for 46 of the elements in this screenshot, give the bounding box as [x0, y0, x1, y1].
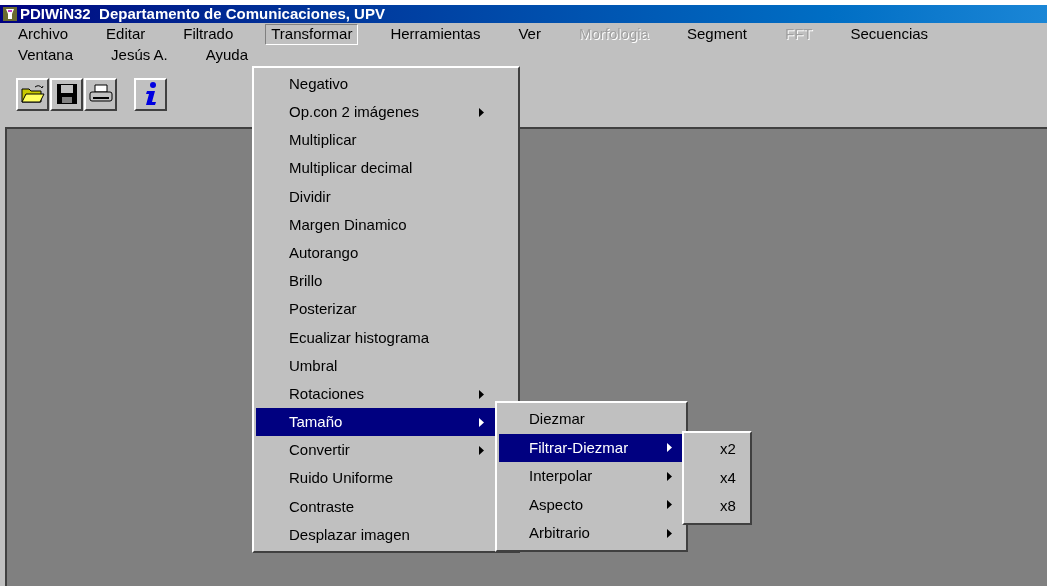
menu-item[interactable]: Posterizar — [256, 295, 516, 324]
submenu-arrow-icon — [667, 528, 672, 538]
folder-icon — [20, 84, 45, 104]
menu-item[interactable]: Ecualizar histograma — [256, 323, 516, 352]
info-icon — [143, 82, 158, 106]
menu-item[interactable]: Dividir — [256, 182, 516, 211]
toolbar-button[interactable] — [134, 77, 167, 111]
menu-bar-item[interactable]: Segment — [680, 24, 753, 45]
menu-item[interactable]: Autorango — [256, 239, 516, 268]
menu-item[interactable]: Op.con 2 imágenes — [256, 98, 516, 127]
submenu-arrow-icon — [667, 500, 672, 510]
submenu-arrow-icon — [479, 417, 484, 427]
menu-bar-item[interactable]: Ver — [512, 24, 547, 45]
submenu-arrow-icon — [479, 446, 484, 456]
menu-item[interactable]: Brillo — [256, 267, 516, 296]
menu-item[interactable]: Multiplicar — [256, 126, 516, 155]
app-icon — [3, 7, 17, 21]
toolbar-button[interactable] — [16, 77, 49, 111]
menu-item[interactable]: Aspecto — [499, 490, 684, 519]
menu-item[interactable]: Arbitrario — [499, 519, 684, 548]
menu-item[interactable]: x4 — [686, 463, 748, 492]
menu-bar-item[interactable]: Ventana — [12, 45, 80, 66]
submenu-arrow-icon — [479, 107, 484, 117]
menu-item[interactable]: Margen Dinamico — [256, 210, 516, 240]
menu-bar-item[interactable]: Herramientas — [384, 24, 487, 45]
printer-icon — [88, 84, 113, 104]
menu-bar-item[interactable]: Archivo — [12, 24, 75, 45]
menu-item[interactable]: Umbral — [256, 351, 516, 381]
menu-bar-item[interactable]: Secuencias — [844, 24, 935, 45]
menu-bar-item[interactable]: Ayuda — [199, 45, 255, 66]
toolbar-button[interactable] — [50, 77, 83, 111]
menu-bar-item[interactable]: Filtrado — [177, 24, 240, 45]
menu-item[interactable]: Filtrar-Diezmar — [499, 433, 684, 462]
toolbar-button[interactable] — [84, 77, 117, 111]
menu-item[interactable]: x2 — [686, 435, 748, 464]
menu-bar-item[interactable]: Jesús A. — [105, 45, 174, 66]
window-title: PDIWiN32 Departamento de Comunicaciones, UPV — [20, 3, 385, 24]
submenu-arrow-icon — [667, 443, 672, 453]
menu-item[interactable]: Multiplicar decimal — [256, 154, 516, 183]
menu-item[interactable]: Interpolar — [499, 462, 684, 491]
menu-item[interactable]: Negativo — [256, 70, 516, 99]
submenu-arrow-icon — [479, 389, 484, 399]
menu-item[interactable]: x8 — [686, 492, 748, 521]
submenu-arrow-icon — [667, 471, 672, 481]
menu-bar-item[interactable]: Editar — [100, 24, 152, 45]
menu-bar-item[interactable]: Transformar — [265, 24, 359, 45]
